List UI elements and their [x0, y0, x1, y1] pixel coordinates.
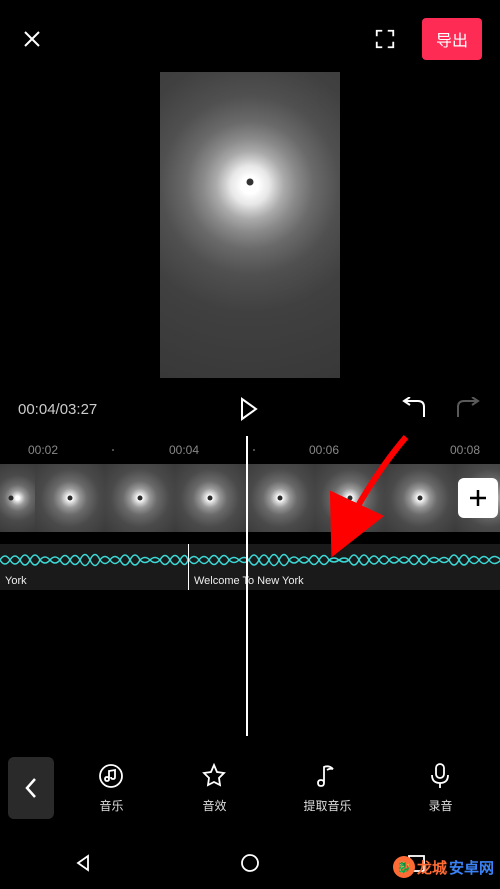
- clip-thumbnail[interactable]: [35, 464, 105, 532]
- video-clips-row[interactable]: [0, 464, 500, 532]
- play-button[interactable]: [234, 394, 264, 424]
- triangle-left-icon: [73, 853, 93, 873]
- tool-label: 提取音乐: [303, 797, 351, 814]
- playhead[interactable]: [246, 436, 248, 736]
- tool-label: 音效: [202, 797, 226, 814]
- tool-label: 音乐: [99, 797, 123, 814]
- undo-icon: [400, 397, 428, 421]
- preview-video[interactable]: [160, 72, 340, 378]
- tool-items: 音乐 音效 提取音乐 录音: [60, 762, 492, 814]
- back-button[interactable]: [8, 757, 54, 819]
- watermark-text: 安卓网: [449, 857, 494, 878]
- ruler-mark: 00:04: [169, 443, 199, 457]
- clip-thumbnail[interactable]: [245, 464, 315, 532]
- current-time: 00:04: [18, 401, 56, 418]
- audio-clip-label: Welcome To New York: [194, 575, 304, 587]
- undo-redo-group: [400, 397, 482, 421]
- watermark-text: 龙城: [417, 857, 447, 878]
- play-icon: [238, 397, 260, 421]
- ruler-mark: 00:02: [28, 443, 58, 457]
- tool-music[interactable]: 音乐: [97, 762, 125, 814]
- clip-thumbnail[interactable]: [0, 464, 35, 532]
- clip-thumbnail[interactable]: [175, 464, 245, 532]
- ruler-dot: [253, 449, 255, 451]
- tool-sfx[interactable]: 音效: [200, 762, 228, 814]
- nav-home-button[interactable]: [235, 848, 265, 878]
- redo-icon: [454, 397, 482, 421]
- close-icon: [20, 27, 44, 51]
- nav-back-button[interactable]: [68, 848, 98, 878]
- preview-area: [0, 72, 500, 378]
- audio-clips-row[interactable]: York Welcome To New York: [0, 544, 500, 590]
- add-clip-button[interactable]: [458, 478, 498, 518]
- ruler-dot: [394, 449, 396, 451]
- export-button[interactable]: 导出: [422, 18, 482, 60]
- clip-thumbnail[interactable]: [315, 464, 385, 532]
- tool-label: 录音: [428, 797, 452, 814]
- ruler-dot: [112, 449, 114, 451]
- waveform-icon: [0, 548, 188, 572]
- ruler-mark: 00:08: [450, 443, 480, 457]
- clip-thumbnail[interactable]: [105, 464, 175, 532]
- audio-clip[interactable]: York: [0, 544, 188, 590]
- time-display: 00:04/03:27: [18, 401, 97, 418]
- microphone-icon: [429, 762, 451, 790]
- bottom-toolbar: 音乐 音效 提取音乐 录音: [0, 749, 500, 827]
- tool-extract-music[interactable]: 提取音乐: [303, 762, 351, 814]
- music-icon: [98, 763, 124, 789]
- tool-record[interactable]: 录音: [426, 762, 454, 814]
- fullscreen-icon: [374, 28, 396, 50]
- watermark: 🐉 龙城安卓网: [393, 856, 494, 878]
- timeline-ruler: 00:02 00:04 00:06 00:08: [0, 436, 500, 464]
- audio-clip-label: York: [5, 575, 27, 587]
- watermark-logo-icon: 🐉: [393, 856, 415, 878]
- redo-button[interactable]: [454, 397, 482, 421]
- note-icon: [315, 763, 339, 789]
- fullscreen-button[interactable]: [372, 26, 398, 52]
- waveform-icon: [189, 548, 500, 572]
- timeline-area[interactable]: York Welcome To New York: [0, 464, 500, 664]
- circle-icon: [240, 853, 260, 873]
- top-bar: 导出: [0, 0, 500, 72]
- plus-icon: [467, 487, 489, 509]
- chevron-left-icon: [24, 777, 38, 799]
- clip-thumbnail[interactable]: [385, 464, 455, 532]
- star-icon: [201, 763, 227, 789]
- undo-button[interactable]: [400, 397, 428, 421]
- close-button[interactable]: [18, 25, 46, 53]
- ruler-mark: 00:06: [309, 443, 339, 457]
- total-time: 03:27: [60, 401, 98, 418]
- audio-clip[interactable]: Welcome To New York: [188, 544, 500, 590]
- controls-row: 00:04/03:27: [0, 378, 500, 436]
- top-right-controls: 导出: [372, 18, 482, 60]
